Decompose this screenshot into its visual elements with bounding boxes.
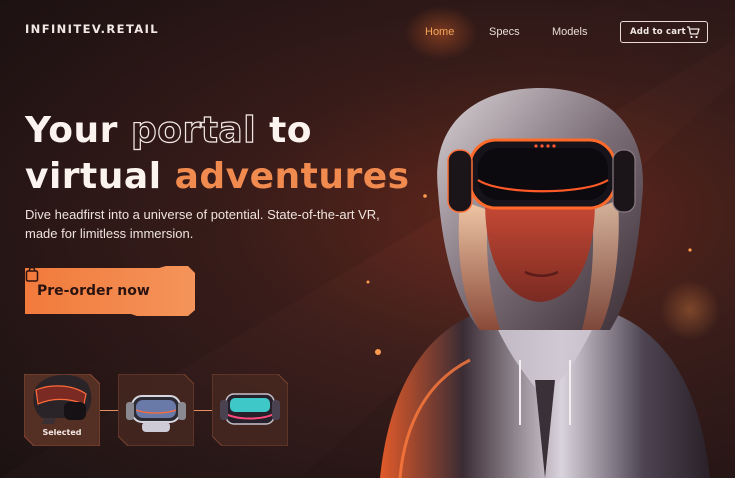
headline-word-your: Your: [25, 110, 118, 151]
nav-item-models[interactable]: Models: [552, 26, 587, 38]
hero-headline: Your portal to virtual adventures: [25, 108, 410, 200]
headline-word-adventures: adventures: [174, 156, 410, 197]
cart-icon: [687, 26, 700, 39]
headline-word-to: to: [269, 110, 313, 151]
hero-subtext: Dive headfirst into a universe of potent…: [25, 207, 380, 241]
selected-label: Selected: [42, 428, 82, 437]
brand-logo[interactable]: INFINITEV.RETAIL: [25, 22, 159, 36]
nav-item-specs[interactable]: Specs: [489, 26, 520, 38]
pre-order-button[interactable]: Pre-order now: [25, 266, 195, 316]
model-thumb-chrome[interactable]: [118, 374, 194, 446]
nav-item-home[interactable]: Home: [425, 26, 454, 38]
pre-order-label: Pre-order now: [37, 283, 150, 299]
model-thumb-teal[interactable]: [212, 374, 288, 446]
add-to-cart-button[interactable]: Add to cart: [620, 21, 708, 43]
hero-vr-person-image: [380, 88, 710, 478]
thumb-connector-2: [194, 410, 212, 412]
model-thumb-helmet[interactable]: Selected: [24, 374, 100, 446]
headline-word-virtual: virtual: [25, 156, 162, 197]
thumb-connector-1: [100, 410, 118, 412]
add-to-cart-label: Add to cart: [630, 27, 686, 37]
headline-word-portal: portal: [130, 109, 257, 151]
shopping-bag-icon: [25, 266, 39, 282]
